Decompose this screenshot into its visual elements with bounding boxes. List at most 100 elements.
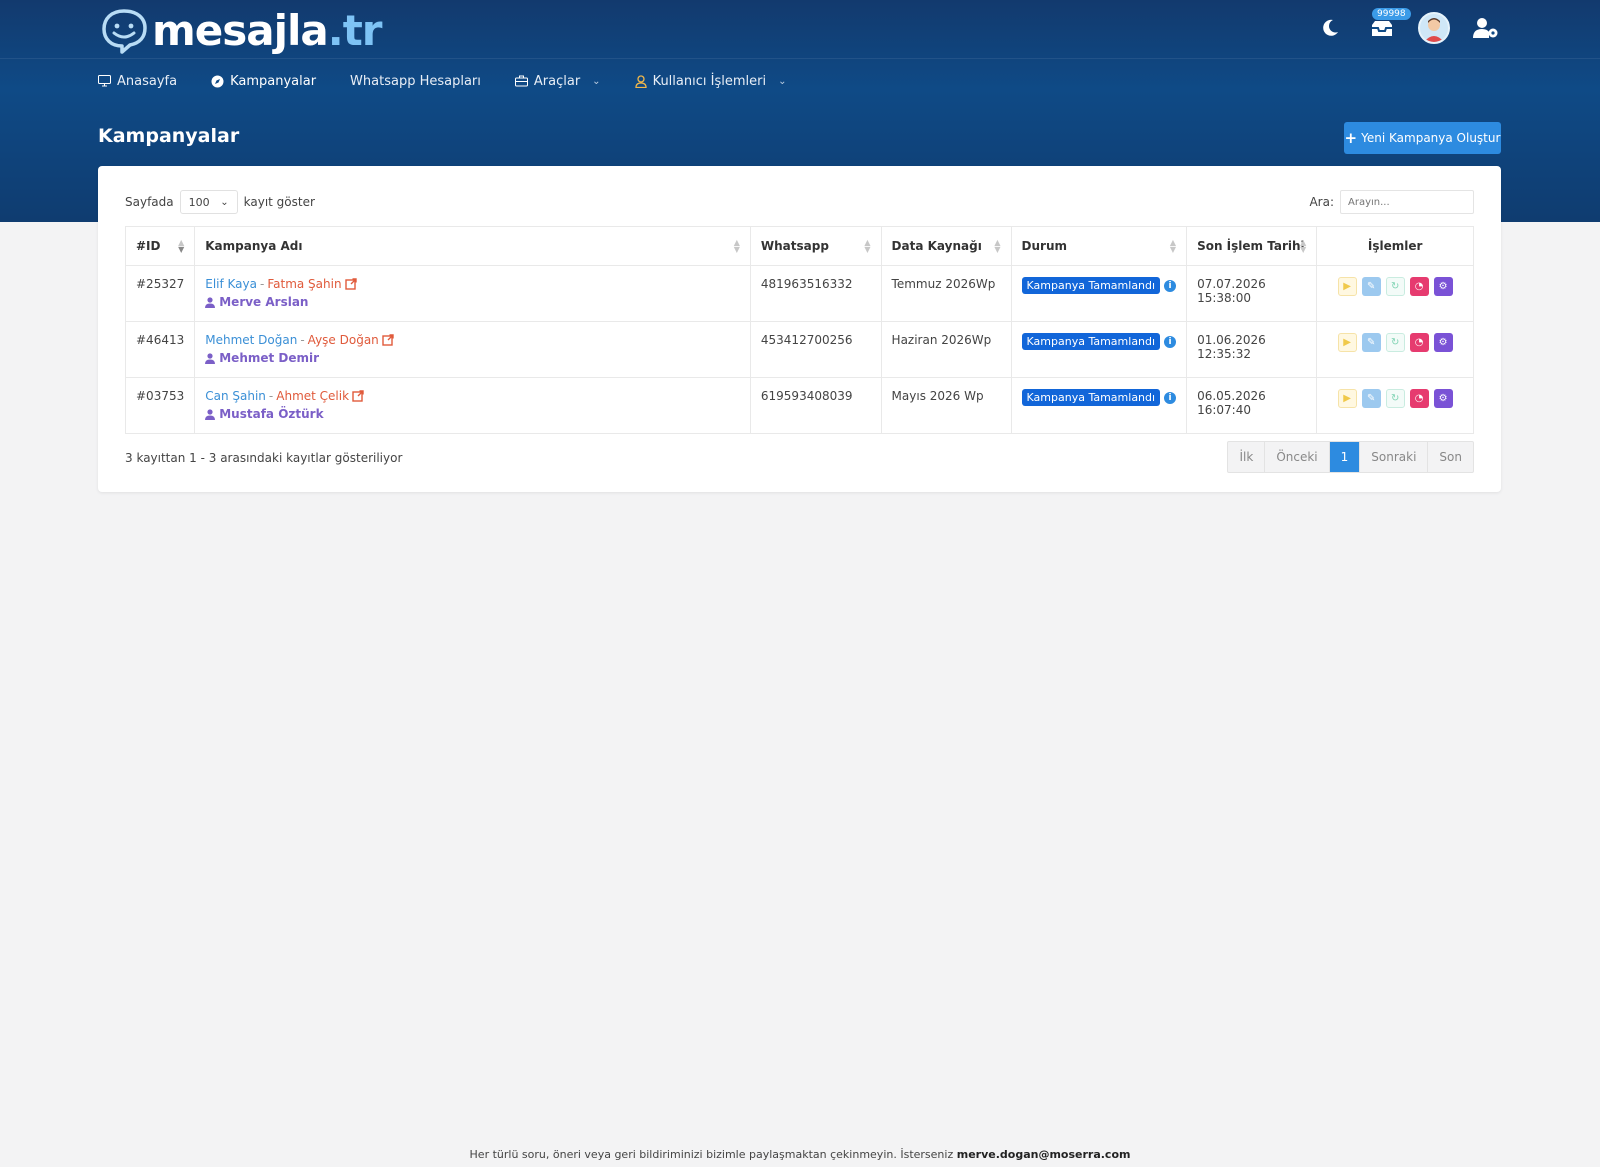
cell-status: Kampanya Tamamlandı i — [1010, 377, 1188, 434]
external-link-icon — [382, 334, 394, 346]
nav-item-whatsapp-hesaplari[interactable]: Whatsapp Hesapları — [350, 72, 481, 90]
external-link-icon — [344, 278, 357, 290]
cell-campaign-name: Elif Kaya - Fatma Şahin Merve Arslan — [194, 265, 751, 322]
user-icon — [205, 352, 216, 364]
refresh-icon[interactable]: ↻ — [1385, 389, 1405, 408]
status-badge: Kampanya Tamamlandı — [1021, 389, 1161, 406]
nav-item-anasayfa[interactable]: Anasayfa — [98, 72, 177, 90]
play-icon[interactable]: ▶ — [1337, 277, 1357, 296]
moon-icon — [1323, 19, 1338, 36]
cell-whatsapp: 453412700256 — [749, 321, 882, 378]
table-summary: 3 kayıttan 1 - 3 arasındaki kayıtlar gös… — [125, 451, 403, 465]
sort-icon: ▲ ▼ — [1300, 238, 1307, 254]
chevron-down-icon: ⌄ — [220, 196, 229, 208]
campaign-owner: Mehmet Demir — [205, 351, 740, 365]
plus-icon: + — [1344, 129, 1358, 147]
column-header-campaign-name[interactable]: Kampanya Adı ▲ ▼ — [194, 226, 751, 266]
nav-item-kullanici-islemleri[interactable]: Kullanıcı İşlemleri ⌄ — [634, 72, 787, 90]
pagination-first[interactable]: İlk — [1228, 442, 1266, 472]
cell-status: Kampanya Tamamlandı i — [1010, 265, 1188, 322]
table-row: #03753 Can Şahin - Ahmet Çelik Mustafa Özt… — [124, 377, 1474, 434]
pie-chart-icon[interactable]: ◔ — [1409, 277, 1429, 296]
search-input[interactable] — [1340, 190, 1474, 214]
profile-button[interactable] — [1418, 12, 1450, 44]
gear-icon[interactable]: ⚙ — [1433, 333, 1453, 352]
table-row: #46413 Mehmet Doğan - Ayşe Doğan Mehmet De… — [124, 321, 1474, 378]
monitor-icon — [98, 75, 111, 87]
logo-text: mesajla.tr — [152, 6, 382, 55]
column-header-status[interactable]: Durum ▲ ▼ — [1010, 226, 1188, 266]
page-length-control: Sayfada 100 ⌄ kayıt göster — [125, 190, 315, 214]
page-length-select[interactable]: 100 ⌄ — [179, 190, 238, 214]
cell-campaign-name: Can Şahin - Ahmet Çelik Mustafa Öztürk — [194, 377, 751, 434]
column-header-whatsapp[interactable]: Whatsapp ▲ ▼ — [749, 226, 882, 266]
info-icon[interactable]: i — [1164, 279, 1177, 292]
column-header-data-source[interactable]: Data Kaynağı ▲ ▼ — [880, 226, 1012, 266]
gear-icon[interactable]: ⚙ — [1433, 389, 1453, 408]
cell-actions: ▶ ✎ ↻ ◔ ⚙ — [1316, 377, 1474, 434]
user-icon — [205, 408, 216, 420]
refresh-icon[interactable]: ↻ — [1385, 333, 1405, 352]
play-icon[interactable]: ▶ — [1337, 389, 1357, 408]
pie-chart-icon[interactable]: ◔ — [1409, 333, 1429, 352]
user-icon — [205, 296, 216, 308]
chevron-down-icon: ⌄ — [778, 75, 787, 87]
campaign-owner: Mustafa Öztürk — [205, 407, 740, 421]
column-header-last-action-date[interactable]: Son İşlem Tarihi ▲ ▼ — [1186, 226, 1318, 266]
info-icon[interactable]: i — [1164, 335, 1177, 348]
table-row: #25327 Elif Kaya - Fatma Şahin Merve Arsla… — [124, 265, 1474, 322]
logo[interactable]: mesajla.tr — [100, 6, 382, 55]
inbox-button[interactable]: 99998 — [1366, 8, 1411, 44]
cell-last-action-date: 07.07.2026 15:38:00 — [1186, 265, 1318, 322]
sort-icon: ▲ ▼ — [733, 238, 740, 254]
dark-mode-toggle[interactable] — [1314, 12, 1346, 44]
edit-icon[interactable]: ✎ — [1361, 333, 1381, 352]
new-campaign-button[interactable]: + Yeni Kampanya Oluştur — [1344, 122, 1501, 154]
nav-item-araclar[interactable]: Araçlar ⌄ — [514, 72, 601, 90]
footer-email[interactable]: merve.dogan@moserra.com — [957, 1148, 1131, 1161]
user-settings-button[interactable] — [1470, 12, 1502, 44]
status-badge: Kampanya Tamamlandı — [1021, 277, 1161, 294]
column-header-actions: İşlemler — [1316, 226, 1474, 266]
cell-whatsapp: 619593408039 — [749, 377, 882, 434]
campaign-link[interactable]: Mehmet Doğan - Ayşe Doğan — [205, 333, 740, 347]
chevron-down-icon: ⌄ — [592, 75, 601, 87]
pie-chart-icon[interactable]: ◔ — [1409, 389, 1429, 408]
cell-status: Kampanya Tamamlandı i — [1010, 321, 1188, 378]
cell-last-action-date: 01.06.2026 12:35:32 — [1186, 321, 1318, 378]
pagination-last[interactable]: Son — [1428, 442, 1473, 472]
edit-icon[interactable]: ✎ — [1361, 277, 1381, 296]
cell-campaign-name: Mehmet Doğan - Ayşe Doğan Mehmet Demir — [194, 321, 751, 378]
campaign-link[interactable]: Elif Kaya - Fatma Şahin — [205, 277, 740, 291]
play-icon[interactable]: ▶ — [1337, 333, 1357, 352]
cell-whatsapp: 481963516332 — [749, 265, 882, 322]
pagination-page-1[interactable]: 1 — [1329, 442, 1361, 472]
cell-actions: ▶ ✎ ↻ ◔ ⚙ — [1316, 321, 1474, 378]
pagination-previous[interactable]: Önceki — [1265, 442, 1330, 472]
column-header-id[interactable]: #ID ▲ ▼ — [124, 226, 196, 266]
status-badge: Kampanya Tamamlandı — [1021, 333, 1161, 350]
pagination-next[interactable]: Sonraki — [1360, 442, 1429, 472]
edit-icon[interactable]: ✎ — [1361, 389, 1381, 408]
inbox-icon — [1372, 21, 1392, 36]
campaigns-table: #ID ▲ ▼ Kampanya Adı ▲ ▼ Whatsapp ▲ ▼ Data Kay… — [124, 226, 1474, 434]
notification-badge: 99998 — [1372, 8, 1411, 20]
footer: Her türlü soru, öneri veya geri bildirim… — [469, 1148, 1131, 1161]
cell-data-source: Haziran 2026Wp — [880, 321, 1012, 378]
refresh-icon[interactable]: ↻ — [1385, 277, 1405, 296]
sort-icon: ▲ ▼ — [864, 238, 871, 254]
toolbox-icon — [514, 75, 528, 87]
nav-item-kampanyalar[interactable]: Kampanyalar — [211, 72, 316, 90]
main-nav: Anasayfa Kampanyalar Whatsapp Hesapları … — [98, 72, 820, 90]
info-icon[interactable]: i — [1164, 391, 1177, 404]
avatar — [1418, 12, 1450, 44]
campaign-link[interactable]: Can Şahin - Ahmet Çelik — [205, 389, 740, 403]
cell-id: #46413 — [124, 321, 196, 378]
pagination: İlk Önceki 1 Sonraki Son — [1227, 441, 1474, 473]
cell-id: #25327 — [124, 265, 196, 322]
cell-actions: ▶ ✎ ↻ ◔ ⚙ — [1316, 265, 1474, 322]
sort-desc-icon: ▲ ▼ — [178, 238, 185, 254]
table-header-row: #ID ▲ ▼ Kampanya Adı ▲ ▼ Whatsapp ▲ ▼ Data Kay… — [124, 226, 1474, 266]
cell-data-source: Mayıs 2026 Wp — [880, 377, 1012, 434]
gear-icon[interactable]: ⚙ — [1433, 277, 1453, 296]
